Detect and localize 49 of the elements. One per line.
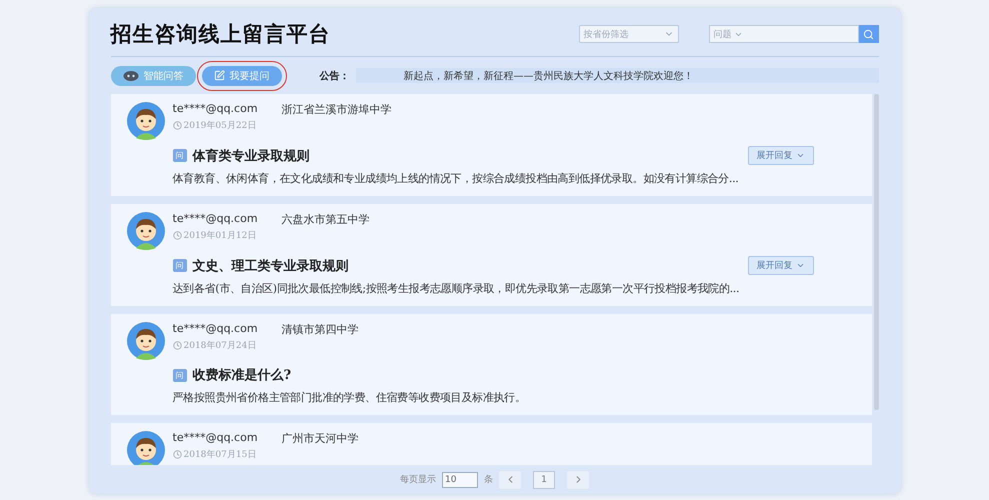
clock-icon	[172, 121, 182, 130]
post-date: 2018年07月24日	[172, 339, 359, 352]
page-title: 招生咨询线上留言平台	[110, 21, 332, 48]
school-name: 清镇市第四中学	[282, 322, 359, 338]
post-date: 2019年05月22日	[172, 119, 392, 132]
page-number-button[interactable]: 1	[533, 470, 555, 489]
unit-label: 条	[484, 474, 493, 486]
next-page-button[interactable]	[567, 470, 589, 489]
user-email: te****@qq.com	[172, 431, 258, 446]
notice-label: 公告：	[320, 70, 350, 83]
question-title: 收费标准是什么?	[192, 367, 292, 384]
expand-reply-button[interactable]: 展开回复	[748, 146, 814, 166]
user-email: te****@qq.com	[172, 102, 258, 118]
smart-answer-button[interactable]: 智能问答	[110, 66, 196, 86]
robot-icon	[122, 70, 138, 82]
search-button[interactable]	[858, 25, 878, 44]
user-email: te****@qq.com	[172, 322, 258, 338]
ask-question-button[interactable]: 我要提问	[202, 66, 282, 86]
question-tag: 问	[172, 259, 186, 272]
post-date: 2019年01月12日	[172, 229, 370, 242]
notice-text: 新起点，新希望，新征程——贵州民族大学人文科技学院欢迎您！	[356, 68, 878, 84]
school-name: 浙江省兰溪市游埠中学	[282, 102, 392, 118]
question-title: 文史、理工类专业录取规则	[192, 258, 350, 275]
clock-icon	[172, 341, 182, 350]
per-page-label: 每页显示	[400, 474, 436, 486]
question-title: 体育类专业录取规则	[192, 148, 310, 165]
question-tag: 问	[172, 368, 186, 382]
user-email: te****@qq.com	[172, 212, 258, 228]
question-tag: 问	[172, 149, 186, 162]
answer-text: 体育教育、休闲体育，在文化成绩和专业成绩均上线的情况下，按综合成绩投档由高到低择优录取。如没有计算综合分...	[172, 171, 740, 186]
clock-icon	[172, 231, 182, 240]
expand-reply-button[interactable]: 展开回复	[748, 256, 814, 276]
avatar-icon	[126, 102, 164, 140]
answer-text: 达到各省(市、自治区)同批次最低控制线;按照考生报考志愿顺序录取，即优先录取第一志愿第一次平行投档报考我院的...	[172, 281, 740, 296]
school-name: 六盘水市第五中学	[282, 212, 370, 228]
answer-text: 严格按照贵州省价格主管部门批准的学费、住宿费等收费项目及标准执行。	[172, 390, 527, 406]
avatar-icon	[126, 431, 164, 466]
search-field[interactable]: 问题	[708, 25, 858, 44]
avatar-icon	[126, 322, 164, 360]
scrollbar[interactable]	[874, 94, 878, 410]
province-select[interactable]: 按省份筛选	[578, 25, 678, 44]
post-date: 2018年07月15日	[172, 448, 359, 462]
school-name: 广州市天河中学	[282, 431, 359, 446]
search-icon	[863, 28, 874, 40]
avatar-icon	[126, 212, 164, 250]
clock-icon	[172, 450, 182, 460]
previous-page-button[interactable]	[499, 470, 521, 489]
edit-icon	[214, 70, 224, 82]
per-page-field[interactable]: 10	[442, 472, 478, 488]
